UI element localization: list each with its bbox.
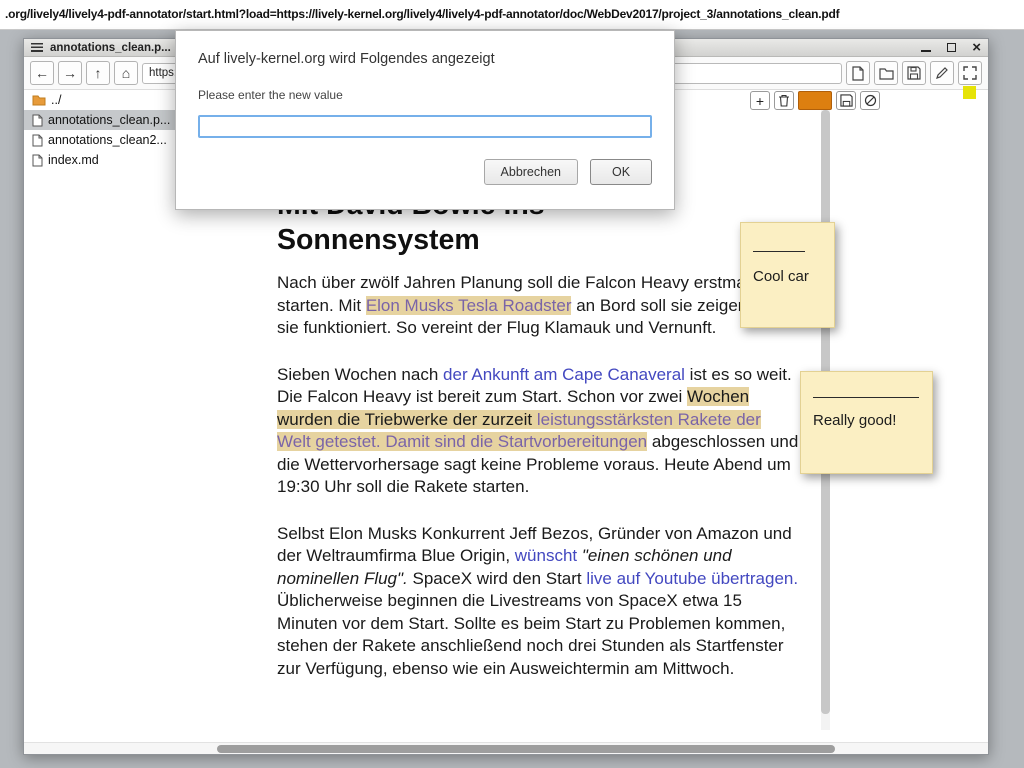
file-item-index-md[interactable]: index.md — [24, 150, 177, 170]
pdf-article: Mit David Bowie ins Sonnensystem Nach üb… — [277, 188, 799, 704]
expand-icon — [963, 66, 977, 80]
dialog-title: Auf lively-kernel.org wird Folgendes ang… — [198, 51, 652, 67]
folder-icon — [879, 67, 894, 80]
new-file-button[interactable] — [846, 61, 870, 85]
back-button[interactable]: ← — [30, 61, 54, 85]
article-paragraph: Sieben Wochen nach der Ankunft am Cape C… — [277, 364, 799, 499]
up-button[interactable]: ↑ — [86, 61, 110, 85]
article-paragraph: Selbst Elon Musks Konkurrent Jeff Bezos,… — [277, 523, 799, 681]
article-paragraphs: Nach über zwölf Jahren Planung soll die … — [277, 272, 799, 680]
annotation-link[interactable]: live auf Youtube übertragen. — [586, 569, 798, 588]
cancel-annotation-button[interactable] — [860, 91, 880, 110]
sticky-note[interactable]: Really good! — [800, 371, 933, 474]
document-icon — [851, 66, 865, 81]
browser-address-bar: .org/lively4/lively4-pdf-annotator/start… — [0, 0, 1024, 30]
note-line — [753, 251, 805, 252]
delete-annotation-button[interactable] — [774, 91, 794, 110]
floppy-save-icon — [840, 94, 853, 107]
prompt-dialog: Auf lively-kernel.org wird Folgendes ang… — [175, 30, 675, 210]
prompt-input[interactable] — [198, 115, 652, 138]
file-list: ../ annotations_clean.p... annotations_c… — [24, 90, 177, 170]
edit-button[interactable] — [930, 61, 954, 85]
save-button[interactable] — [902, 61, 926, 85]
file-item-annotations-clean2[interactable]: annotations_clean2... — [24, 130, 177, 150]
note-text[interactable]: Cool car — [753, 268, 822, 285]
folder-button[interactable] — [874, 61, 898, 85]
annotation-link[interactable]: wünscht — [515, 546, 577, 565]
minimize-icon[interactable] — [921, 44, 931, 52]
article-paragraph: Nach über zwölf Jahren Planung soll die … — [277, 272, 799, 340]
file-icon — [32, 134, 43, 147]
maximize-icon[interactable] — [947, 43, 956, 52]
window-title: annotations_clean.p... — [50, 42, 171, 54]
annotation-link[interactable]: Elon Musks Tesla Roadster — [366, 296, 572, 315]
annotation-toolbar: + — [750, 91, 880, 110]
note-text[interactable]: Really good! — [813, 412, 920, 429]
file-item-parent-dir[interactable]: ../ — [24, 90, 177, 110]
yellow-marker-square[interactable] — [963, 86, 976, 99]
fullscreen-button[interactable] — [958, 61, 982, 85]
menu-icon[interactable] — [31, 43, 43, 52]
home-button[interactable]: ⌂ — [114, 61, 138, 85]
save-annotations-button[interactable] — [836, 91, 856, 110]
floppy-save-icon — [907, 66, 921, 80]
annotation-link[interactable]: der Ankunft am Cape Canaveral — [443, 365, 685, 384]
note-line — [813, 397, 919, 398]
horizontal-scrollbar[interactable] — [24, 742, 988, 754]
dialog-message: Please enter the new value — [198, 88, 652, 102]
highlight-color-swatch[interactable] — [798, 91, 832, 110]
text-span: Sieben Wochen nach — [277, 365, 443, 384]
folder-icon — [32, 95, 46, 106]
file-icon — [32, 154, 43, 167]
cancel-button[interactable]: Abbrechen — [484, 159, 578, 185]
pencil-icon — [935, 66, 949, 80]
sticky-note[interactable]: Cool car — [740, 222, 835, 328]
add-annotation-button[interactable]: + — [750, 91, 770, 110]
horizontal-scrollbar-thumb[interactable] — [217, 745, 835, 753]
browser-url-text: .org/lively4/lively4-pdf-annotator/start… — [5, 7, 839, 21]
text-span: Üblicherweise beginnen die Livestreams v… — [277, 591, 785, 678]
file-item-annotations-clean[interactable]: annotations_clean.p... — [24, 110, 177, 130]
ok-button[interactable]: OK — [590, 159, 652, 185]
text-span: SpaceX wird den Start — [408, 569, 587, 588]
circle-slash-icon — [864, 94, 877, 107]
close-icon[interactable]: × — [972, 43, 981, 53]
file-icon — [32, 114, 43, 127]
trash-icon — [778, 94, 790, 107]
forward-button[interactable]: → — [58, 61, 82, 85]
